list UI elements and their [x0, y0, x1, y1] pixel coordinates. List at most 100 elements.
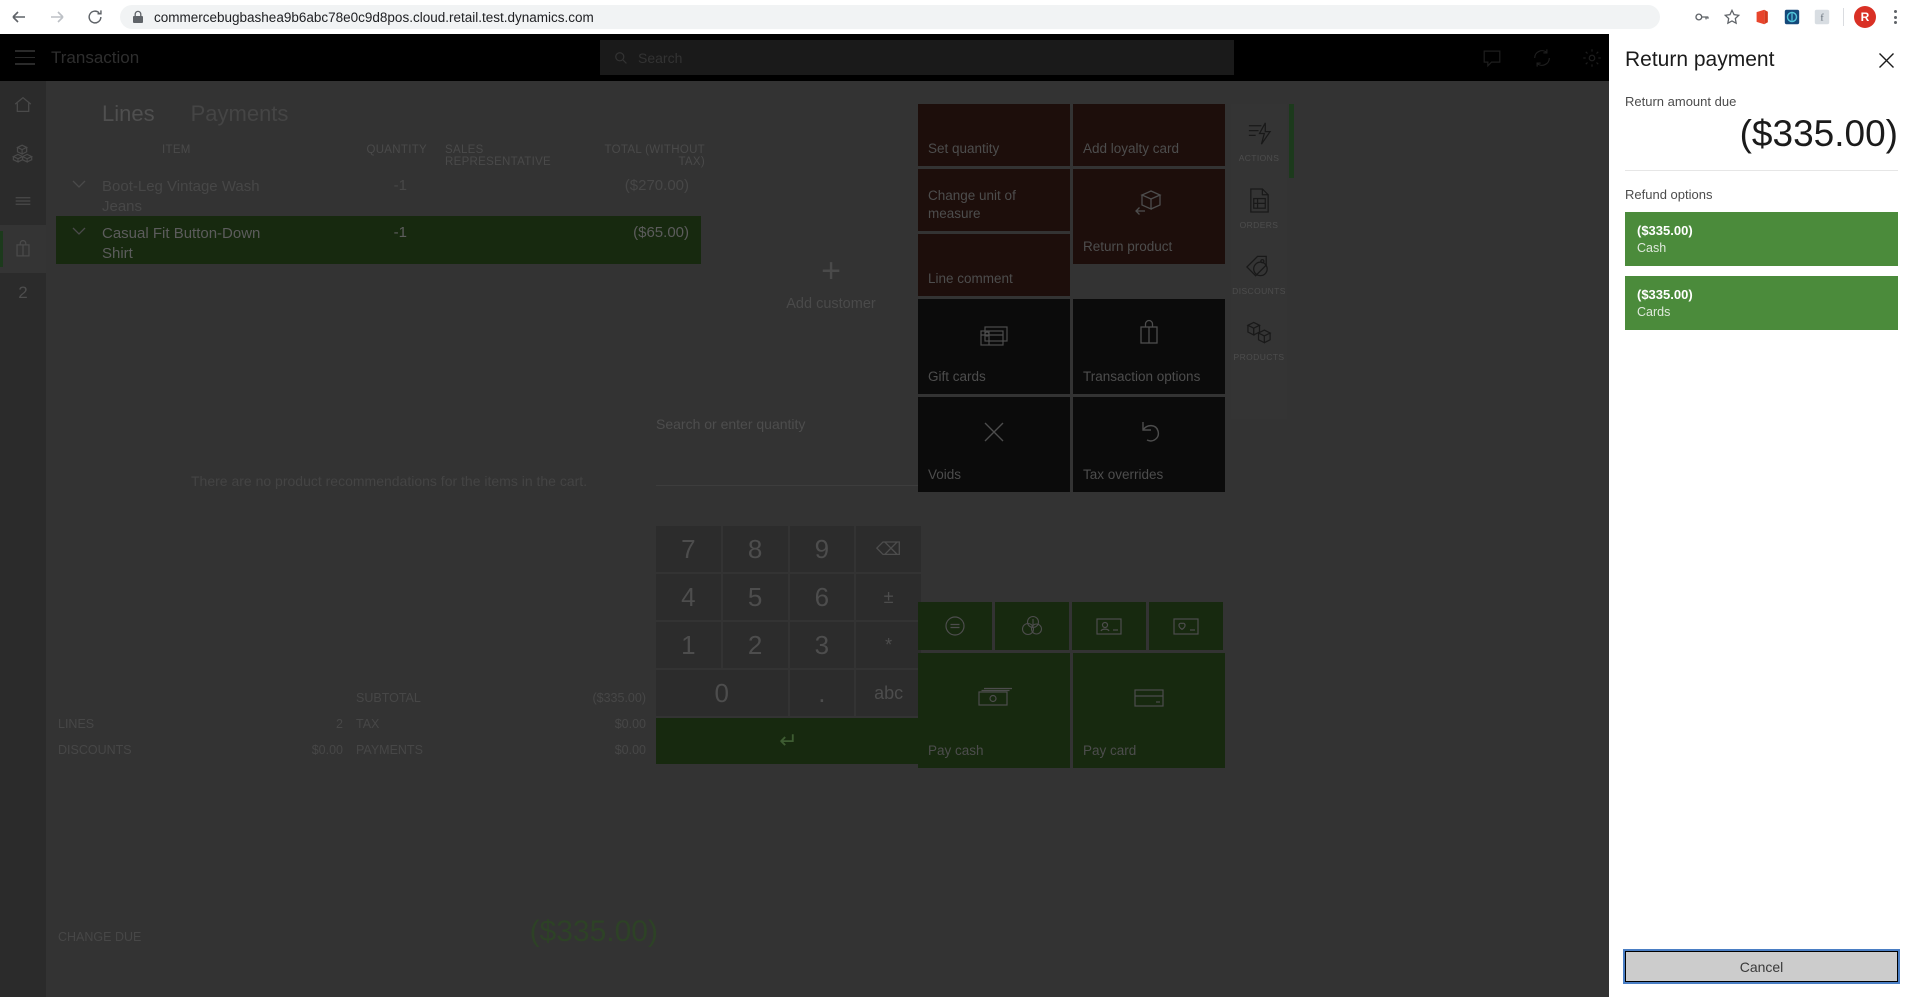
- sidebar-item-list[interactable]: [0, 177, 46, 225]
- chevron-down-icon[interactable]: [56, 177, 102, 189]
- bookmark-star-icon[interactable]: [1717, 2, 1747, 32]
- asterisk-key[interactable]: *: [856, 622, 921, 668]
- currency-coins-icon[interactable]: [995, 602, 1069, 650]
- cancel-button[interactable]: Cancel: [1623, 949, 1900, 984]
- left-nav-rail: 2: [0, 81, 46, 997]
- close-icon[interactable]: [1874, 48, 1898, 72]
- key-8[interactable]: 8: [722, 526, 788, 572]
- page-title: Transaction: [51, 47, 140, 67]
- totals-label: DISCOUNTS: [58, 743, 132, 757]
- tab-products[interactable]: PRODUCTS: [1234, 320, 1285, 362]
- search-input[interactable]: Search: [600, 40, 1234, 75]
- enter-key[interactable]: ↵: [656, 718, 921, 764]
- sidebar-item-products[interactable]: [0, 129, 46, 177]
- refund-option-cash[interactable]: ($335.00) Cash: [1625, 212, 1898, 266]
- tile-pay-cash[interactable]: Pay cash: [918, 653, 1070, 768]
- tile-gift-cards[interactable]: Gift cards: [918, 299, 1070, 394]
- mini-action-tiles: [918, 602, 1223, 650]
- back-arrow-icon[interactable]: [0, 0, 38, 34]
- tab-actions[interactable]: ACTIONS: [1239, 120, 1280, 163]
- tile-return-product[interactable]: Return product: [1073, 169, 1225, 264]
- tile-label: Pay card: [1083, 743, 1137, 758]
- key-icon[interactable]: [1687, 2, 1717, 32]
- settings-gear-icon[interactable]: [1580, 46, 1604, 70]
- totals-left-column: LINES 2 DISCOUNTS $0.00: [58, 717, 343, 769]
- quantity-input-area[interactable]: Search or enter quantity: [656, 416, 921, 486]
- office-icon[interactable]: [1747, 2, 1777, 32]
- panel-title: Return payment: [1625, 48, 1775, 71]
- tile-line-comment[interactable]: Line comment: [918, 234, 1070, 296]
- tab-orders[interactable]: ORDERS: [1240, 187, 1279, 230]
- extension-icon[interactable]: [1777, 2, 1807, 32]
- tile-voids[interactable]: Voids: [918, 397, 1070, 492]
- key-5[interactable]: 5: [722, 574, 788, 620]
- chevron-down-icon[interactable]: [56, 224, 102, 236]
- tab-label: ORDERS: [1239, 220, 1279, 230]
- search-icon: [614, 51, 628, 65]
- abc-key[interactable]: abc: [856, 670, 921, 716]
- browser-menu-kebab-icon[interactable]: [1880, 2, 1910, 32]
- plus-minus-key[interactable]: ±: [856, 574, 921, 620]
- refund-amount: ($335.00): [1637, 287, 1693, 302]
- add-customer-button[interactable]: + Add customer: [746, 254, 916, 312]
- tile-add-loyalty-card[interactable]: Add loyalty card: [1073, 104, 1225, 166]
- return-amount-value: ($335.00): [1739, 113, 1898, 154]
- loyalty-card-icon[interactable]: [1149, 602, 1223, 650]
- totals-value: ($335.00): [592, 691, 646, 705]
- backspace-key[interactable]: ⌫: [856, 526, 921, 572]
- refund-option-cards[interactable]: ($335.00) Cards: [1625, 276, 1898, 330]
- key-7[interactable]: 7: [656, 526, 721, 572]
- tile-pay-card[interactable]: Pay card: [1073, 653, 1225, 768]
- totals-value: $0.00: [614, 743, 646, 757]
- products-icon: [12, 142, 34, 164]
- tile-label: Transaction options: [1083, 369, 1201, 384]
- key-0[interactable]: 0: [656, 670, 788, 716]
- tile-label: Set quantity: [928, 141, 1000, 156]
- tile-change-unit-of-measure[interactable]: Change unit of measure: [918, 169, 1070, 231]
- tab-group: Lines Payments: [102, 101, 288, 127]
- avatar[interactable]: R: [1850, 2, 1880, 32]
- cash-icon: [918, 653, 1070, 742]
- key-9[interactable]: 9: [789, 526, 855, 572]
- change-due-label: CHANGE DUE: [58, 930, 142, 944]
- table-row[interactable]: Casual Fit Button-Down Shirt -1 ($65.00): [56, 216, 701, 264]
- numeric-keypad: 7 8 9 ⌫ 4 5 6 ± 1 2 3 * 0 . abc ↵: [656, 526, 921, 764]
- hamburger-menu-icon[interactable]: [0, 34, 50, 81]
- col-sales-rep: SALES REPRESENTATIVE: [445, 144, 552, 168]
- col-item: ITEM: [162, 144, 191, 156]
- tile-set-quantity[interactable]: Set quantity: [918, 104, 1070, 166]
- extension-icon-2[interactable]: f: [1807, 2, 1837, 32]
- tab-label: DISCOUNTS: [1232, 286, 1286, 296]
- table-row[interactable]: Boot-Leg Vintage Wash Jeans -1 ($270.00): [56, 169, 701, 216]
- decimal-key[interactable]: .: [789, 670, 855, 716]
- reload-icon[interactable]: [76, 0, 114, 34]
- cart-item-count: 2: [18, 283, 28, 302]
- key-2[interactable]: 2: [722, 622, 788, 668]
- tile-label: Add loyalty card: [1083, 141, 1180, 156]
- recommendations-empty-text: There are no product recommendations for…: [191, 473, 588, 489]
- return-box-icon: [1073, 169, 1225, 238]
- sync-icon[interactable]: [1530, 46, 1554, 70]
- tile-transaction-options[interactable]: Transaction options: [1073, 299, 1225, 394]
- key-3[interactable]: 3: [789, 622, 855, 668]
- message-icon[interactable]: [1480, 46, 1504, 70]
- tab-discounts[interactable]: DISCOUNTS: [1232, 254, 1286, 296]
- topbar-icon-group: [1480, 34, 1604, 81]
- tile-tax-overrides[interactable]: Tax overrides: [1073, 397, 1225, 492]
- key-6[interactable]: 6: [789, 574, 855, 620]
- key-1[interactable]: 1: [656, 622, 721, 668]
- address-bar[interactable]: commercebugbashea9b6abc78e0c9d8pos.cloud…: [120, 5, 1660, 29]
- forward-arrow-icon[interactable]: [38, 0, 76, 34]
- tab-payments[interactable]: Payments: [191, 101, 289, 127]
- add-customer-label: Add customer: [786, 296, 876, 312]
- key-4[interactable]: 4: [656, 574, 721, 620]
- totals-right-column: SUBTOTAL ($335.00) TAX $0.00 PAYMENTS $0…: [356, 691, 646, 769]
- tile-label: Gift cards: [928, 369, 986, 384]
- tab-lines[interactable]: Lines: [102, 101, 155, 127]
- tile-label: Pay cash: [928, 743, 984, 758]
- id-card-icon[interactable]: [1072, 602, 1146, 650]
- sidebar-item-home[interactable]: [0, 81, 46, 129]
- total-discount-icon[interactable]: [918, 602, 992, 650]
- undo-arrow-icon: [1073, 397, 1225, 466]
- sidebar-item-cart[interactable]: [0, 225, 46, 273]
